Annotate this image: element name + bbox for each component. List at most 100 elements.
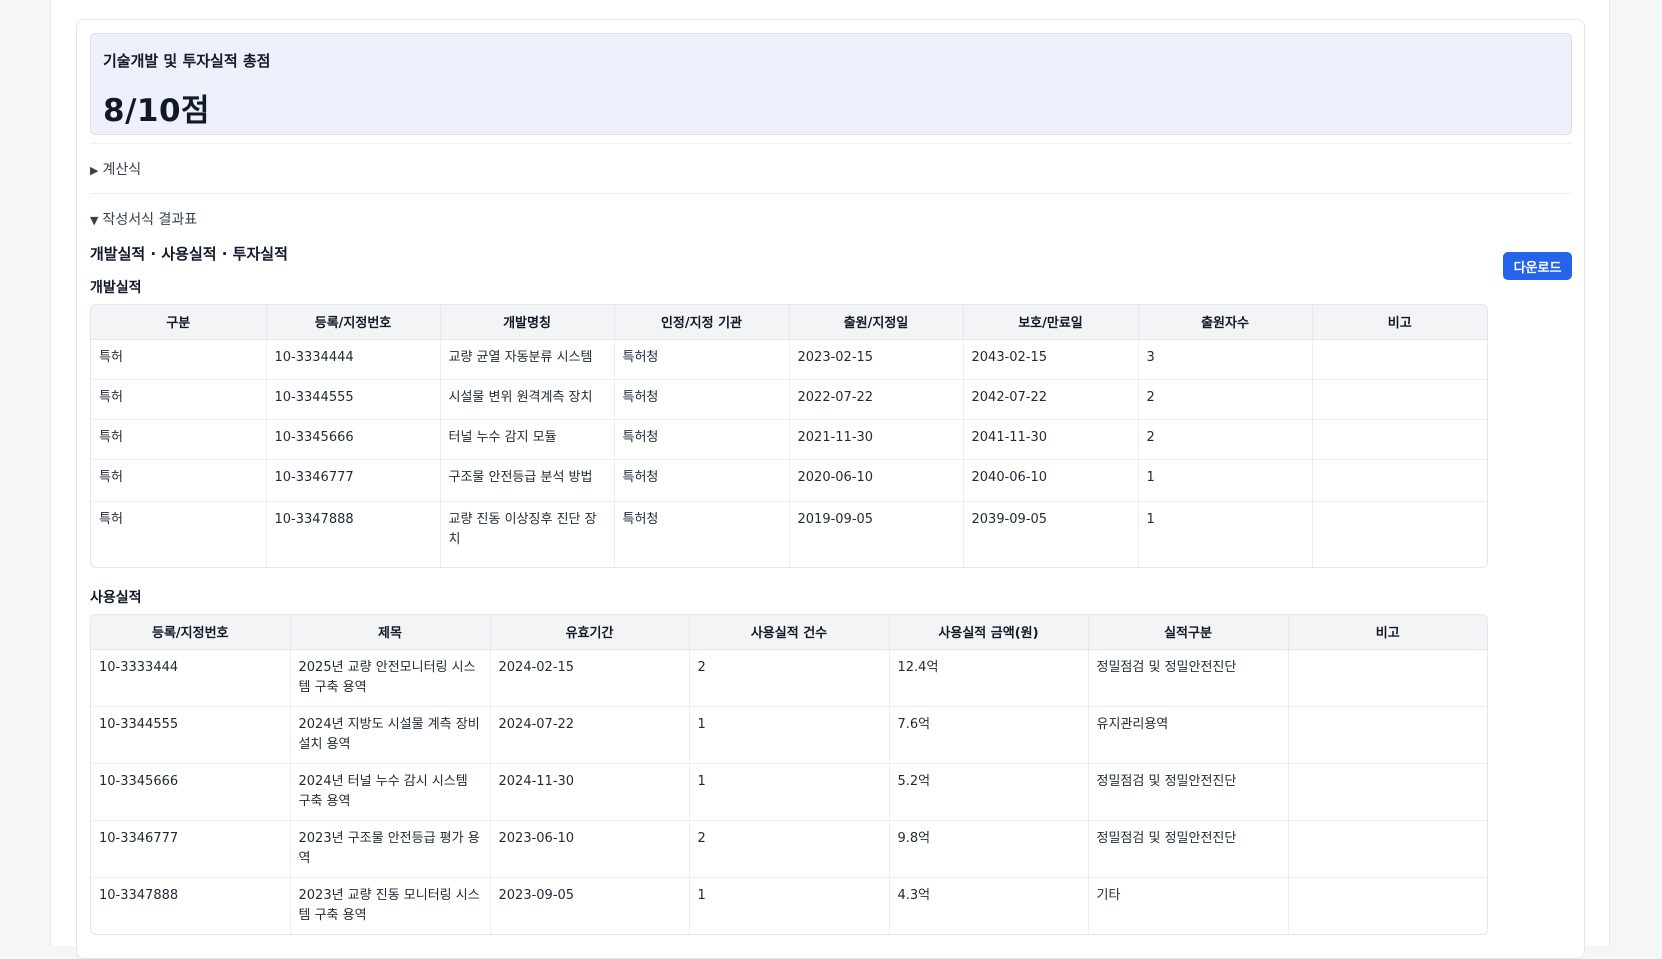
- table-cell: 2023-09-05: [490, 877, 690, 934]
- table-cell: [1312, 339, 1487, 380]
- table-cell: 교량 균열 자동분류 시스템: [440, 339, 615, 380]
- table-cell: 4.3억: [889, 877, 1089, 934]
- caret-right-icon: ▶: [90, 164, 99, 177]
- table-cell: 2024-02-15: [490, 649, 690, 707]
- table-row: 특허 10-3347888 교량 진동 이상징후 진단 장치 특허청 2019-09-0…: [91, 501, 1487, 567]
- usage-column-header: 등록/지정번호: [91, 615, 291, 650]
- table-cell: 교량 진동 이상징후 진단 장치: [440, 501, 615, 567]
- table-cell: 10-3345666: [91, 763, 291, 821]
- table-cell: 2042-07-22: [963, 379, 1139, 420]
- table-cell: 특허: [91, 379, 267, 420]
- table-cell: 특허청: [614, 379, 790, 420]
- table-cell: 터널 누수 감지 모듈: [440, 419, 615, 460]
- total-score-label: 기술개발 및 투자실적 총점: [103, 52, 271, 70]
- table-cell: 특허: [91, 339, 267, 380]
- table-row: 특허 10-3334444 교량 균열 자동분류 시스템 특허청 2023-02-15 2…: [91, 339, 1487, 380]
- table-cell: 2024년 터널 누수 감시 시스템 구축 용역: [290, 763, 491, 821]
- table-cell: 5.2억: [889, 763, 1089, 821]
- development-column-header: 구분: [91, 305, 267, 340]
- results-toggle[interactable]: ▼ 작성서식 결과표: [90, 209, 197, 229]
- table-cell: [1312, 501, 1487, 567]
- table-cell: 2: [1138, 379, 1313, 420]
- table-cell: 특허: [91, 419, 267, 460]
- development-column-header: 보호/만료일: [963, 305, 1139, 340]
- table-row: 10-3344555 2024년 지방도 시설물 계측 장비 설치 용역 2024-…: [91, 706, 1487, 764]
- table-cell: 시설물 변위 원격계측 장치: [440, 379, 615, 420]
- table-cell: 2022-07-22: [789, 379, 964, 420]
- table-cell: 10-3334444: [266, 339, 441, 380]
- table-cell: 7.6억: [889, 706, 1089, 764]
- usage-column-header: 사용실적 건수: [689, 615, 890, 650]
- table-cell: [1312, 419, 1487, 460]
- table-cell: 10-3344555: [91, 706, 291, 764]
- table-cell: [1288, 763, 1487, 821]
- table-cell: 2040-06-10: [963, 459, 1139, 502]
- table-cell: 특허: [91, 501, 267, 567]
- development-column-header: 비고: [1312, 305, 1487, 340]
- usage-header-row: 등록/지정번호 제목 유효기간 사용실적 건수 사용실적 금액(원) 실적구분 비고: [91, 615, 1487, 650]
- usage-title: 사용실적: [90, 590, 142, 606]
- table-cell: 10-3347888: [266, 501, 441, 567]
- formula-toggle-label: 계산식: [102, 162, 142, 178]
- table-row: 10-3347888 2023년 교량 진동 모니터링 시스템 구축 용역 2023…: [91, 877, 1487, 934]
- table-cell: [1288, 706, 1487, 764]
- development-title: 개발실적: [90, 280, 142, 296]
- table-cell: 2023년 교량 진동 모니터링 시스템 구축 용역: [290, 877, 491, 934]
- table-cell: 2024년 지방도 시설물 계측 장비 설치 용역: [290, 706, 491, 764]
- development-column-header: 인정/지정 기관: [614, 305, 790, 340]
- table-cell: 2: [1138, 419, 1313, 460]
- tech-investment-panel: 기술개발 및 투자실적 총점 8/10점 ▶ 계산식 ▼ 작성서식 결과표 개발실적…: [76, 19, 1585, 959]
- usage-column-header: 사용실적 금액(원): [889, 615, 1089, 650]
- table-cell: 1: [689, 706, 890, 764]
- total-score-card: 기술개발 및 투자실적 총점 8/10점: [90, 33, 1572, 135]
- table-cell: 2019-09-05: [789, 501, 964, 567]
- table-cell: 2023년 구조물 안전등급 평가 용역: [290, 820, 491, 878]
- usage-column-header: 유효기간: [490, 615, 690, 650]
- table-row: 10-3333444 2025년 교량 안전모니터링 시스템 구축 용역 2024-…: [91, 649, 1487, 707]
- table-cell: 9.8억: [889, 820, 1089, 878]
- table-cell: 1: [689, 763, 890, 821]
- table-row: 특허 10-3345666 터널 누수 감지 모듈 특허청 2021-11-30 2041…: [91, 419, 1487, 460]
- table-cell: 10-3346777: [266, 459, 441, 502]
- table-cell: 정밀점검 및 정밀안전진단: [1088, 649, 1289, 707]
- table-cell: 정밀점검 및 정밀안전진단: [1088, 763, 1289, 821]
- usage-column-header: 제목: [290, 615, 491, 650]
- divider: [90, 143, 1572, 144]
- development-column-header: 출원/지정일: [789, 305, 964, 340]
- table-cell: 2021-11-30: [789, 419, 964, 460]
- formula-toggle[interactable]: ▶ 계산식: [90, 159, 141, 179]
- table-cell: 특허: [91, 459, 267, 502]
- table-cell: 1: [1138, 501, 1313, 567]
- table-cell: 10-3333444: [91, 649, 291, 707]
- table-cell: 2041-11-30: [963, 419, 1139, 460]
- table-cell: 1: [1138, 459, 1313, 502]
- table-cell: 10-3344555: [266, 379, 441, 420]
- development-column-header: 등록/지정번호: [266, 305, 441, 340]
- table-cell: [1312, 459, 1487, 502]
- table-row: 특허 10-3346777 구조물 안전등급 분석 방법 특허청 2020-06-10 2…: [91, 459, 1487, 502]
- table-cell: 특허청: [614, 459, 790, 502]
- table-cell: 10-3346777: [91, 820, 291, 878]
- table-cell: 구조물 안전등급 분석 방법: [440, 459, 615, 502]
- table-cell: 12.4억: [889, 649, 1089, 707]
- table-cell: 유지관리용역: [1088, 706, 1289, 764]
- usage-table: 등록/지정번호 제목 유효기간 사용실적 건수 사용실적 금액(원) 실적구분 비고 10-…: [91, 615, 1487, 934]
- development-table-wrapper: 구분 등록/지정번호 개발명칭 인정/지정 기관 출원/지정일 보호/만료일 출원자수 비고 …: [90, 304, 1488, 568]
- usage-column-header: 비고: [1288, 615, 1487, 650]
- caret-down-icon: ▼: [90, 214, 99, 227]
- divider: [90, 193, 1572, 194]
- table-cell: 2023-02-15: [789, 339, 964, 380]
- page-container: 기술개발 및 투자실적 총점 8/10점 ▶ 계산식 ▼ 작성서식 결과표 개발실적…: [50, 0, 1610, 959]
- table-cell: 10-3345666: [266, 419, 441, 460]
- table-cell: [1288, 877, 1487, 934]
- table-row: 특허 10-3344555 시설물 변위 원격계측 장치 특허청 2022-07-22 2…: [91, 379, 1487, 420]
- table-cell: 1: [689, 877, 890, 934]
- total-score-value: 8/10점: [103, 93, 211, 129]
- development-column-header: 개발명칭: [440, 305, 615, 340]
- download-button[interactable]: 다운로드: [1503, 252, 1572, 280]
- section-title: 개발실적 · 사용실적 · 투자실적: [90, 245, 288, 263]
- table-cell: 2: [689, 649, 890, 707]
- table-cell: [1312, 379, 1487, 420]
- table-cell: 2025년 교량 안전모니터링 시스템 구축 용역: [290, 649, 491, 707]
- table-cell: 2024-11-30: [490, 763, 690, 821]
